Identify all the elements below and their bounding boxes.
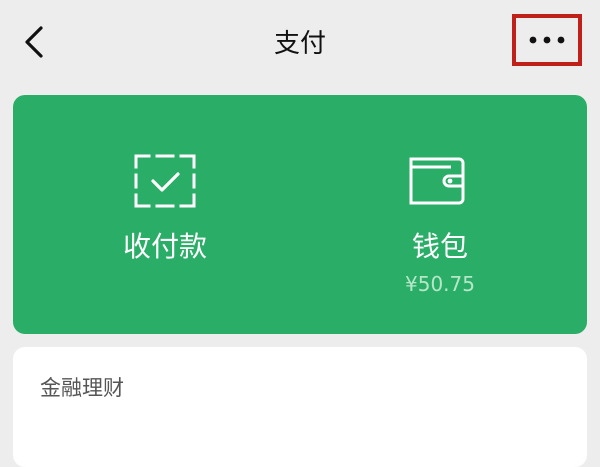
more-button[interactable] (512, 14, 582, 66)
back-button[interactable] (14, 22, 54, 62)
nav-bar: 支付 (0, 0, 600, 88)
chevron-left-icon (25, 26, 43, 58)
finance-section-title: 金融理财 (40, 376, 124, 400)
receive-pay-label: 收付款 (122, 230, 207, 263)
wallet-label: 钱包 (411, 230, 468, 263)
pay-card: 收付款 钱包 ¥50.75 (13, 95, 587, 334)
receive-pay-button[interactable]: 收付款 (13, 95, 300, 334)
more-dots-icon (529, 36, 565, 44)
wallet-balance: ¥50.75 (405, 272, 475, 296)
wallet-button[interactable]: 钱包 ¥50.75 (300, 95, 587, 334)
page-title: 支付 (273, 29, 326, 59)
scan-receive-icon (134, 154, 196, 208)
finance-section: 金融理财 (13, 347, 587, 467)
wallet-icon (409, 157, 465, 205)
